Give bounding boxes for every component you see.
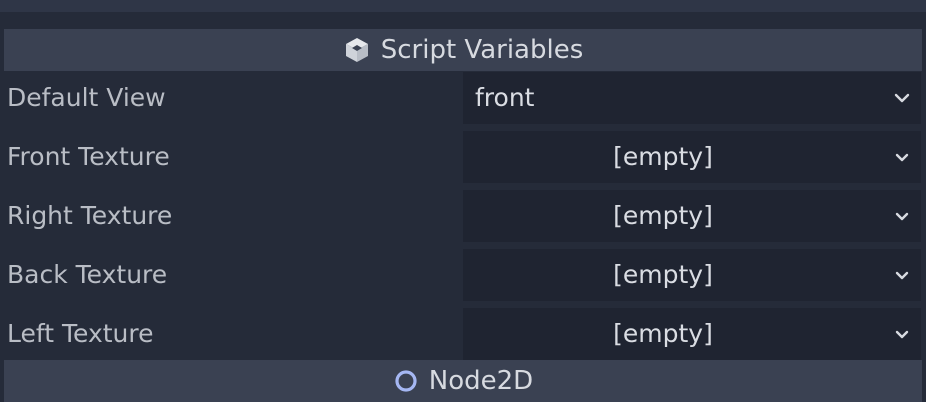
resource-value: [empty] <box>613 201 713 230</box>
previous-section-header <box>0 0 926 12</box>
property-label: Right Texture <box>7 201 173 230</box>
resource-value: [empty] <box>613 319 713 348</box>
property-row-default-view: Default View front <box>0 72 926 124</box>
section-title: Script Variables <box>380 35 584 65</box>
property-row-front-texture: Front Texture [empty] <box>0 131 926 183</box>
node2d-icon <box>393 368 419 394</box>
default-view-dropdown[interactable]: front <box>463 72 921 124</box>
property-row-back-texture: Back Texture [empty] <box>0 249 926 301</box>
right-texture-resource-picker[interactable]: [empty] <box>463 190 921 242</box>
chevron-down-icon[interactable] <box>893 207 911 225</box>
chevron-down-icon[interactable] <box>893 148 911 166</box>
resource-value: [empty] <box>613 260 713 289</box>
back-texture-resource-picker[interactable]: [empty] <box>463 249 921 301</box>
section-title: Node2D <box>428 366 534 396</box>
property-label: Front Texture <box>7 142 170 171</box>
chevron-down-icon[interactable] <box>893 325 911 343</box>
property-row-left-texture: Left Texture [empty] <box>0 308 926 360</box>
script-variables-section-header[interactable]: Script Variables <box>4 29 922 71</box>
script-cube-icon <box>343 36 371 64</box>
property-label: Back Texture <box>7 260 168 289</box>
property-row-right-texture: Right Texture [empty] <box>0 190 926 242</box>
left-texture-resource-picker[interactable]: [empty] <box>463 308 921 360</box>
node2d-section-header[interactable]: Node2D <box>4 360 922 402</box>
front-texture-resource-picker[interactable]: [empty] <box>463 131 921 183</box>
chevron-down-icon[interactable] <box>893 266 911 284</box>
resource-value: [empty] <box>613 142 713 171</box>
property-label: Left Texture <box>7 319 154 348</box>
dropdown-value: front <box>475 83 535 112</box>
property-label: Default View <box>7 83 166 112</box>
inspector-panel: Script Variables Default View front Fron… <box>0 0 926 402</box>
chevron-down-icon <box>894 93 910 103</box>
